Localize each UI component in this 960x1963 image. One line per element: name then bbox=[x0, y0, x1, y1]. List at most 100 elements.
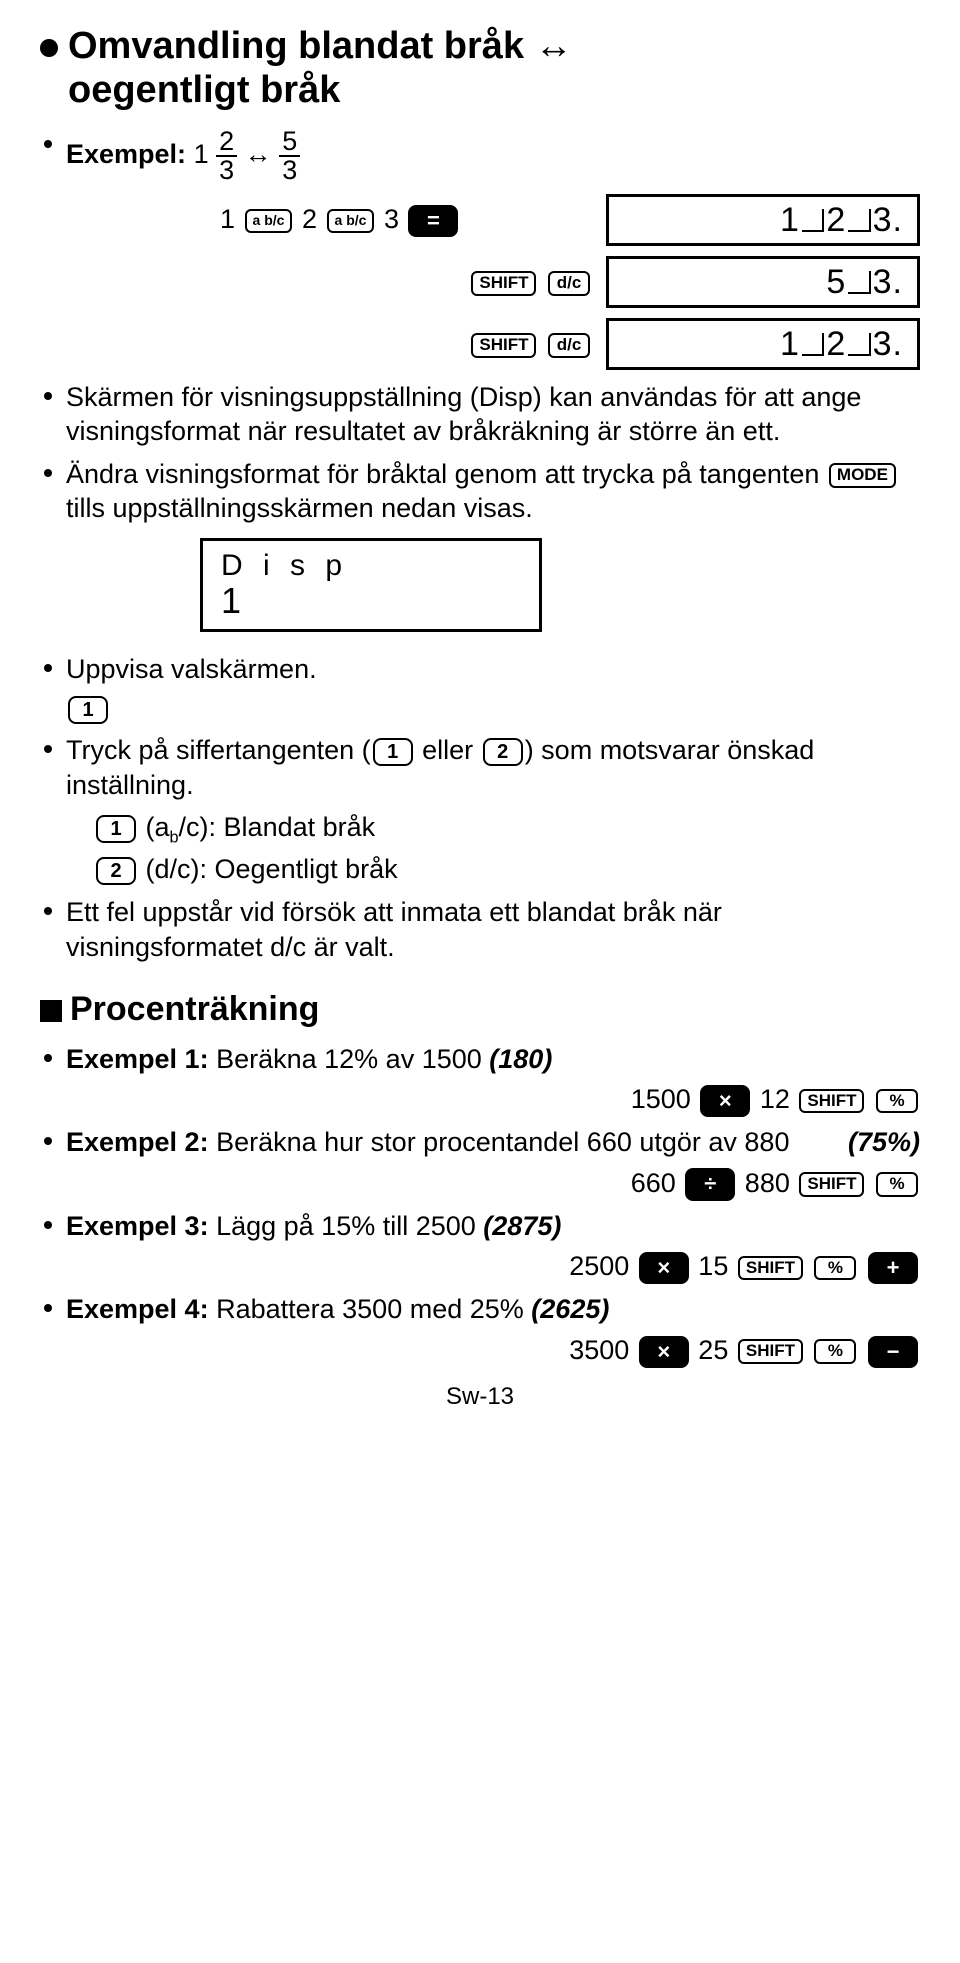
mode-key[interactable]: MODE bbox=[829, 463, 896, 488]
heading-line1: Omvandling blandat bråk ↔ bbox=[68, 25, 573, 67]
bullet-dot bbox=[44, 469, 52, 477]
frac2-den: 3 bbox=[279, 155, 300, 184]
minus-key[interactable]: − bbox=[868, 1336, 918, 1368]
ex4-result: (2625) bbox=[531, 1294, 609, 1324]
shift-key[interactable]: SHIFT bbox=[471, 333, 536, 358]
display-disp-screen: D i s p 1 bbox=[200, 538, 542, 632]
num: 25 bbox=[698, 1335, 728, 1365]
num: 660 bbox=[631, 1168, 676, 1198]
text: Ett fel uppstår vid försök att inmata et… bbox=[66, 897, 722, 962]
disp-line2: 1 bbox=[221, 583, 521, 619]
shift-key[interactable]: SHIFT bbox=[738, 1339, 803, 1364]
one-key[interactable]: 1 bbox=[68, 696, 108, 724]
percent-example-2: Exempel 2: Beräkna hur stor procentandel… bbox=[40, 1125, 920, 1201]
heading-1: Omvandling blandat bråk ↔ bbox=[40, 26, 920, 68]
ex3-label: Exempel 3: bbox=[66, 1211, 209, 1241]
multiply-key[interactable]: × bbox=[700, 1085, 750, 1117]
ex1-keys: 1500 × 12 SHIFT % bbox=[66, 1082, 920, 1117]
key-sequence-2: SHIFT d/c bbox=[469, 264, 592, 299]
ex1-result: (180) bbox=[489, 1044, 552, 1074]
plus-key[interactable]: + bbox=[868, 1252, 918, 1284]
text-a: Tryck på siffertangenten ( bbox=[66, 735, 371, 765]
opt2: (d/c): Oegentligt bråk bbox=[146, 854, 398, 884]
key-sequence-1: 1 a b/c 2 a b/c 3 = bbox=[220, 202, 460, 237]
dc-key[interactable]: d/c bbox=[548, 333, 590, 358]
percent-key[interactable]: % bbox=[814, 1256, 856, 1281]
percent-example-3: Exempel 3: Lägg på 15% till 2500 (2875) … bbox=[40, 1209, 920, 1285]
text: Skärmen för visningsuppställning (Disp) … bbox=[66, 382, 861, 447]
percent-key[interactable]: % bbox=[876, 1172, 918, 1197]
ex4-text: Rabattera 3500 med 25% bbox=[209, 1294, 532, 1324]
display-output-2: 53. bbox=[606, 256, 920, 308]
key-sequence-row-1: 1 a b/c 2 a b/c 3 = 123. bbox=[40, 194, 920, 246]
ex2-keys: 660 ÷ 880 SHIFT % bbox=[66, 1166, 920, 1201]
bullet-dot bbox=[44, 907, 52, 915]
text-b: tills uppställningsskärmen nedan visas. bbox=[66, 493, 533, 523]
shift-key[interactable]: SHIFT bbox=[471, 271, 536, 296]
paragraph-mode-key: Ändra visningsformat för bråktal genom a… bbox=[40, 457, 920, 526]
one-key[interactable]: 1 bbox=[96, 815, 136, 843]
abc-key[interactable]: a b/c bbox=[327, 209, 375, 232]
text: Uppvisa valskärmen. bbox=[66, 654, 317, 684]
percent-key[interactable]: % bbox=[876, 1089, 918, 1114]
ex2-result: (75%) bbox=[848, 1125, 920, 1160]
shift-key[interactable]: SHIFT bbox=[799, 1172, 864, 1197]
double-arrow-icon: ↔ bbox=[245, 139, 272, 169]
opt1-a: (a bbox=[146, 812, 170, 842]
percent-key[interactable]: % bbox=[814, 1339, 856, 1364]
percent-example-4: Exempel 4: Rabattera 3500 med 25% (2625)… bbox=[40, 1292, 920, 1368]
example-label: Exempel: bbox=[66, 139, 186, 169]
key-sequence-row-2: SHIFT d/c 53. bbox=[40, 256, 920, 308]
num: 15 bbox=[698, 1251, 728, 1281]
ex1-label: Exempel 1: bbox=[66, 1044, 209, 1074]
bullet-dot bbox=[44, 1221, 52, 1229]
shift-key[interactable]: SHIFT bbox=[738, 1256, 803, 1281]
paragraph-error-note: Ett fel uppstår vid försök att inmata et… bbox=[40, 895, 920, 964]
ex1-text: Beräkna 12% av 1500 bbox=[209, 1044, 490, 1074]
opt1-b: b bbox=[170, 829, 179, 847]
multiply-key[interactable]: × bbox=[639, 1252, 689, 1284]
page-number: Sw-13 bbox=[40, 1382, 920, 1413]
display-output-3: 123. bbox=[606, 318, 920, 370]
ex4-keys: 3500 × 25 SHIFT % − bbox=[66, 1333, 920, 1368]
ex3-result: (2875) bbox=[483, 1211, 561, 1241]
two-key[interactable]: 2 bbox=[96, 857, 136, 885]
num: 1500 bbox=[631, 1084, 691, 1114]
ex2-label: Exempel 2: bbox=[66, 1127, 209, 1157]
multiply-key[interactable]: × bbox=[639, 1336, 689, 1368]
heading-percent-text: Procenträkning bbox=[70, 990, 319, 1028]
paragraph-disp-info: Skärmen för visningsuppställning (Disp) … bbox=[40, 380, 920, 449]
heading-1-line2: oegentligt bråk bbox=[40, 70, 920, 112]
dc-key[interactable]: d/c bbox=[548, 271, 590, 296]
opt1-c: /c): Blandat bråk bbox=[179, 812, 376, 842]
bullet-dot bbox=[44, 392, 52, 400]
bullet-dot bbox=[44, 140, 52, 148]
option-mixed: 1 (ab/c): Blandat bråk bbox=[94, 810, 920, 848]
abc-key[interactable]: a b/c bbox=[245, 209, 293, 232]
frac2-num: 5 bbox=[279, 128, 300, 155]
num: 12 bbox=[760, 1084, 790, 1114]
bullet-dot bbox=[44, 664, 52, 672]
digit: 3 bbox=[384, 204, 399, 234]
equals-key[interactable]: = bbox=[408, 205, 458, 237]
fraction-2: 5 3 bbox=[279, 128, 300, 184]
display-output-1: 123. bbox=[606, 194, 920, 246]
ex4-label: Exempel 4: bbox=[66, 1294, 209, 1324]
two-key[interactable]: 2 bbox=[483, 738, 523, 766]
one-key[interactable]: 1 bbox=[373, 738, 413, 766]
text-a: Ändra visningsformat för bråktal genom a… bbox=[66, 459, 827, 489]
bullet-dot bbox=[44, 1054, 52, 1062]
shift-key[interactable]: SHIFT bbox=[799, 1089, 864, 1114]
bullet-dot bbox=[44, 1137, 52, 1145]
divide-key[interactable]: ÷ bbox=[685, 1168, 735, 1200]
text-b: eller bbox=[415, 735, 481, 765]
key-sequence-row-3: SHIFT d/c 123. bbox=[40, 318, 920, 370]
page: Omvandling blandat bråk ↔ oegentligt brå… bbox=[0, 0, 960, 1442]
disp-line1: D i s p bbox=[221, 547, 521, 585]
num: 3500 bbox=[569, 1335, 629, 1365]
ex3-text: Lägg på 15% till 2500 bbox=[209, 1211, 484, 1241]
frac1-den: 3 bbox=[216, 155, 237, 184]
num: 880 bbox=[745, 1168, 790, 1198]
option-improper: 2 (d/c): Oegentligt bråk bbox=[94, 852, 920, 887]
paragraph-press-digit: Tryck på siffertangenten (1 eller 2) som… bbox=[40, 733, 920, 887]
